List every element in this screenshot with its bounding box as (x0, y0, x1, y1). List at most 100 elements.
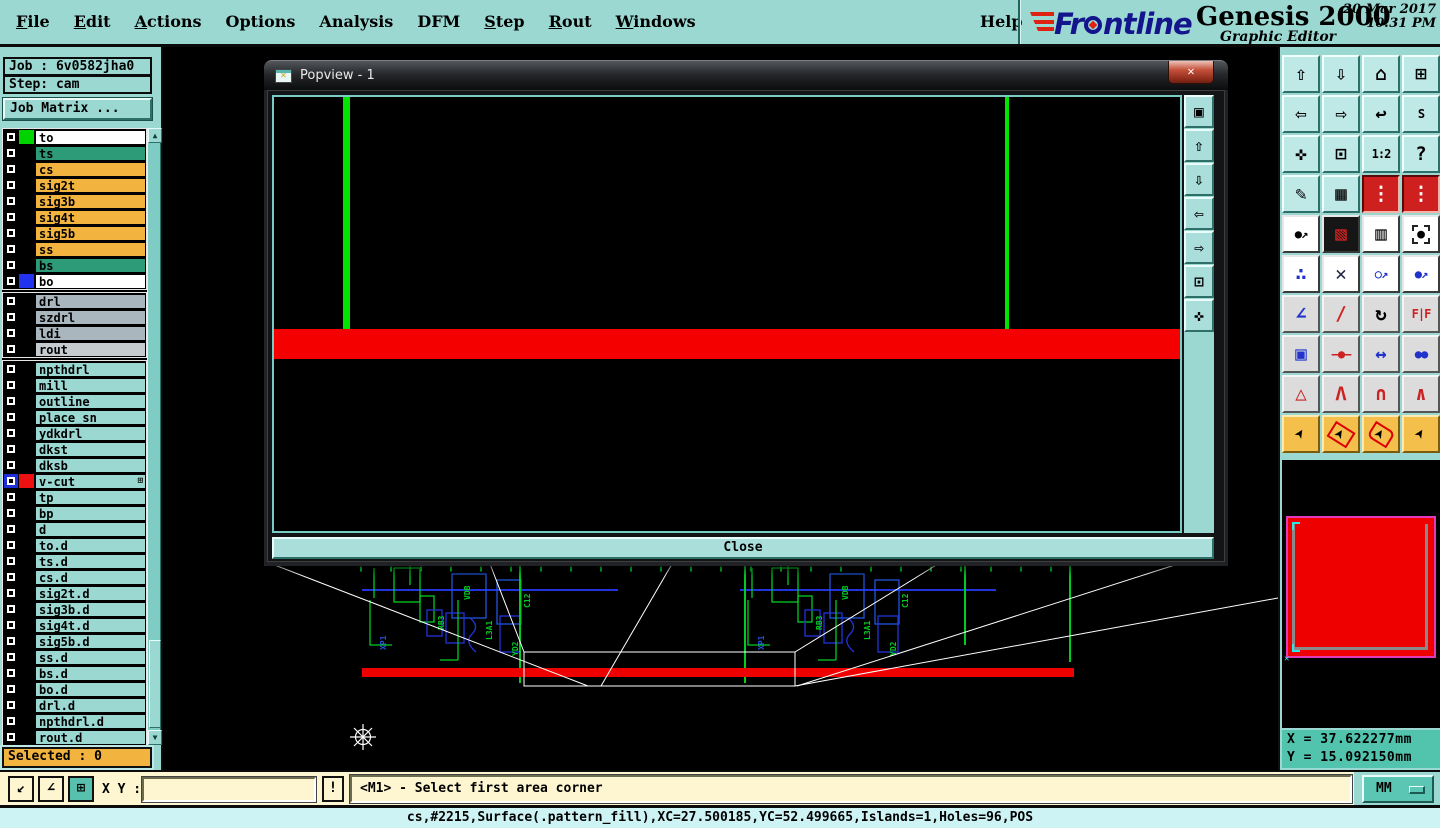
layer-row-drl[interactable]: drl (3, 293, 146, 309)
layer-row-npthdrl.d[interactable]: npthdrl.d (3, 713, 146, 729)
triangle-arc-button[interactable]: Λ (1322, 375, 1360, 413)
layer-color-swatch[interactable] (19, 522, 34, 536)
layer-checkbox-sig5b.d[interactable] (3, 633, 19, 649)
layer-checkbox-dkst[interactable] (3, 441, 19, 457)
layer-checkbox-ts.d[interactable] (3, 553, 19, 569)
layer-checkbox-bs.d[interactable] (3, 665, 19, 681)
menu-analysis[interactable]: Analysis (319, 12, 393, 31)
layer-checkbox-sig3b[interactable] (3, 193, 19, 209)
layer-color-swatch[interactable] (19, 714, 34, 728)
layer-color-swatch[interactable] (19, 666, 34, 680)
layer-checkbox-place_sn[interactable] (3, 409, 19, 425)
layer-color-swatch[interactable] (19, 210, 34, 224)
units-dropdown[interactable]: MM (1362, 775, 1434, 803)
menu-step[interactable]: Step (484, 12, 524, 31)
menu-rout[interactable]: Rout (549, 12, 592, 31)
layer-row-mill[interactable]: mill (3, 377, 146, 393)
layer-color-swatch[interactable] (19, 602, 34, 616)
layer-row-outline[interactable]: outline (3, 393, 146, 409)
step-name-box[interactable]: Step: cam (3, 75, 152, 94)
layer-checkbox-bo[interactable] (3, 273, 19, 289)
triangle-trim-button[interactable]: ∧ (1402, 375, 1440, 413)
snap-grid-button[interactable]: ▦ (1322, 175, 1360, 213)
layer-color-swatch[interactable] (19, 650, 34, 664)
layer-checkbox-v-cut[interactable] (3, 473, 19, 489)
select-frame-button[interactable]: ➤ (1322, 415, 1360, 453)
menu-windows[interactable]: Windows (616, 12, 696, 31)
overview-panel[interactable]: ✕ (1282, 460, 1440, 728)
layer-color-swatch[interactable] (19, 294, 34, 308)
popview-open-window-button[interactable]: ▣ (1184, 95, 1214, 128)
layer-row-sig3b[interactable]: sig3b (3, 193, 146, 209)
layer-row-sig5b.d[interactable]: sig5b.d (3, 633, 146, 649)
layer-color-swatch[interactable] (19, 634, 34, 648)
layer-checkbox-ts[interactable] (3, 145, 19, 161)
layer-row-tp[interactable]: tp (3, 489, 146, 505)
layer-checkbox-drl[interactable] (3, 293, 19, 309)
measure-ruler-button[interactable]: ▥ (1362, 215, 1400, 253)
layer-checkbox-sig3b.d[interactable] (3, 601, 19, 617)
layer-checkbox-bp[interactable] (3, 505, 19, 521)
scroll-up-icon[interactable]: ▲ (148, 128, 162, 143)
delete-element-button[interactable]: ✕ (1322, 255, 1360, 293)
layer-color-swatch[interactable] (19, 342, 34, 356)
layer-color-swatch[interactable] (19, 458, 34, 472)
layer-checkbox-cs[interactable] (3, 161, 19, 177)
layer-checkbox-ss.d[interactable] (3, 649, 19, 665)
layer-checkbox-bs[interactable] (3, 257, 19, 273)
layer-row-dksb[interactable]: dksb (3, 457, 146, 473)
popview-pan-left-button[interactable]: ⇦ (1184, 197, 1214, 230)
layer-row-rout.d[interactable]: rout.d (3, 729, 146, 745)
layer-color-swatch[interactable] (19, 570, 34, 584)
popview-zoom-out-button[interactable]: ✜ (1184, 299, 1214, 332)
select-polygon-button[interactable]: ➤ (1362, 415, 1400, 453)
display-mode-1-button[interactable]: ⋮ (1362, 175, 1400, 213)
layer-color-swatch[interactable] (19, 242, 34, 256)
layer-checkbox-rout.d[interactable] (3, 729, 19, 745)
layer-row-ts.d[interactable]: ts.d (3, 553, 146, 569)
layer-row-npthdrl[interactable]: npthdrl (3, 361, 146, 377)
zoom-home-button[interactable]: ⌂ (1362, 55, 1400, 93)
move-vertex-button[interactable]: ●↗ (1402, 255, 1440, 293)
layer-color-swatch[interactable] (19, 362, 34, 376)
layer-row-bo.d[interactable]: bo.d (3, 681, 146, 697)
layer-checkbox-sig4t.d[interactable] (3, 617, 19, 633)
layer-row-bs.d[interactable]: bs.d (3, 665, 146, 681)
layer-row-ss[interactable]: ss (3, 241, 146, 257)
popview-zoom-in-button[interactable]: ⊡ (1184, 265, 1214, 298)
copy-element-button[interactable]: ▣ (1282, 335, 1320, 373)
layer-checkbox-ldi[interactable] (3, 325, 19, 341)
layer-checkbox-to.d[interactable] (3, 537, 19, 553)
layer-checkbox-drl.d[interactable] (3, 697, 19, 713)
layer-row-sig2t.d[interactable]: sig2t.d (3, 585, 146, 601)
layer-color-swatch[interactable] (19, 162, 34, 176)
move-origin-button[interactable]: ○↗ (1362, 255, 1400, 293)
popview-pan-up-button[interactable]: ⇧ (1184, 129, 1214, 162)
measure-line-button[interactable]: ∕ (1322, 295, 1360, 333)
layer-color-swatch[interactable] (19, 130, 34, 144)
layer-color-swatch[interactable] (19, 274, 34, 288)
popview-titlebar[interactable]: ✕ Popview - 1 ✕ (264, 60, 1228, 90)
popview-close-button[interactable]: Close (272, 537, 1214, 559)
layer-color-swatch[interactable] (19, 490, 34, 504)
job-matrix-button[interactable]: Job Matrix ... (3, 98, 152, 120)
layer-color-swatch[interactable] (19, 410, 34, 424)
scrollbar-thumb[interactable] (149, 640, 161, 728)
menu-actions[interactable]: Actions (135, 12, 202, 31)
layer-checkbox-npthdrl[interactable] (3, 361, 19, 377)
measure-angle-button[interactable]: ∠ (38, 776, 64, 802)
layer-checkbox-cs.d[interactable] (3, 569, 19, 585)
move-element-button[interactable]: ●↗ (1282, 215, 1320, 253)
display-mode-2-button[interactable]: ⋮ (1402, 175, 1440, 213)
layer-color-swatch[interactable] (19, 618, 34, 632)
layer-checkbox-to[interactable] (3, 129, 19, 145)
layer-color-swatch[interactable] (19, 698, 34, 712)
layer-color-swatch[interactable] (19, 226, 34, 240)
layer-row-cs.d[interactable]: cs.d (3, 569, 146, 585)
layer-checkbox-outline[interactable] (3, 393, 19, 409)
pan-down-button[interactable]: ⇩ (1322, 55, 1360, 93)
help-query-button[interactable]: ? (1402, 135, 1440, 173)
layer-checkbox-mill[interactable] (3, 377, 19, 393)
layer-checkbox-ss[interactable] (3, 241, 19, 257)
layer-color-swatch[interactable] (19, 326, 34, 340)
